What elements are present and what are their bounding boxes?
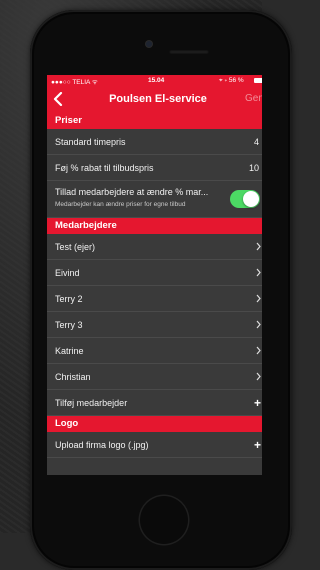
add-employee-row[interactable]: Tilføj medarbejder + — [47, 390, 262, 416]
battery-icon — [254, 78, 262, 83]
list-item-employee[interactable]: Eivind — [47, 260, 262, 286]
list-item-employee[interactable]: Test (ejer) — [47, 234, 262, 260]
toggle-row: Tillad medarbejdere at ændre % mar... Me… — [47, 181, 262, 218]
rabat-label: Føj % rabat til tilbudspris — [55, 163, 154, 173]
standard-timepris-label: Standard timepris — [55, 137, 126, 147]
nav-bar: Poulsen El-service Gem — [47, 86, 262, 113]
toggle-knob — [243, 191, 259, 207]
rabat-value[interactable]: 10 — [249, 163, 259, 173]
list-item-employee[interactable]: Terry 2 — [47, 286, 262, 312]
chevron-right-icon — [256, 346, 261, 355]
camera — [146, 41, 152, 47]
rabat-row[interactable]: Føj % rabat til tilbudspris 10 — [47, 155, 262, 181]
chevron-right-icon — [256, 294, 261, 303]
section-header-priser: Priser — [47, 113, 262, 129]
upload-logo-label: Upload firma logo (.jpg) — [55, 440, 149, 450]
section-header-logo: Logo — [47, 416, 262, 432]
employee-name: Eivind — [55, 268, 80, 278]
page-title: Poulsen El-service — [109, 93, 207, 105]
app-screen: ●●●○○ TELIA ᯤ 15.04 ⌖ ∗ 56 % Poulsen El-… — [47, 75, 262, 475]
add-employee-label: Tilføj medarbejder — [55, 398, 128, 408]
employee-name: Test (ejer) — [55, 242, 96, 252]
home-button[interactable] — [140, 496, 188, 544]
standard-timepris-value[interactable]: 4 — [254, 137, 259, 147]
speaker — [169, 50, 209, 54]
save-button[interactable]: Gem — [245, 93, 262, 104]
employee-name: Terry 2 — [55, 294, 83, 304]
allow-edit-toggle[interactable] — [230, 190, 260, 208]
section-header-medarbejdere: Medarbejdere — [47, 218, 262, 234]
employee-name: Katrine — [55, 346, 84, 356]
battery-percent: ⌖ ∗ 56 % — [219, 77, 244, 84]
chevron-right-icon — [256, 372, 261, 381]
standard-timepris-row[interactable]: Standard timepris 4 — [47, 129, 262, 155]
status-bar: ●●●○○ TELIA ᯤ 15.04 ⌖ ∗ 56 % — [47, 75, 262, 86]
chevron-right-icon — [256, 320, 261, 329]
toggle-sublabel: Medarbejder kan ændre priser for egne ti… — [55, 201, 186, 208]
plus-icon: + — [254, 396, 262, 410]
toggle-label: Tillad medarbejdere at ændre % mar... — [55, 187, 209, 197]
upload-logo-row[interactable]: Upload firma logo (.jpg) + — [47, 432, 262, 458]
list-item-employee[interactable]: Terry 3 — [47, 312, 262, 338]
status-time: 15.04 — [148, 77, 165, 84]
employee-name: Christian — [55, 372, 91, 382]
list-item-employee[interactable]: Katrine — [47, 338, 262, 364]
chevron-right-icon — [256, 268, 261, 277]
chevron-right-icon — [256, 242, 261, 251]
list-item-employee[interactable]: Christian — [47, 364, 262, 390]
employee-name: Terry 3 — [55, 320, 83, 330]
carrier-label: ●●●○○ TELIA ᯤ — [51, 79, 98, 86]
plus-icon: + — [254, 438, 262, 452]
